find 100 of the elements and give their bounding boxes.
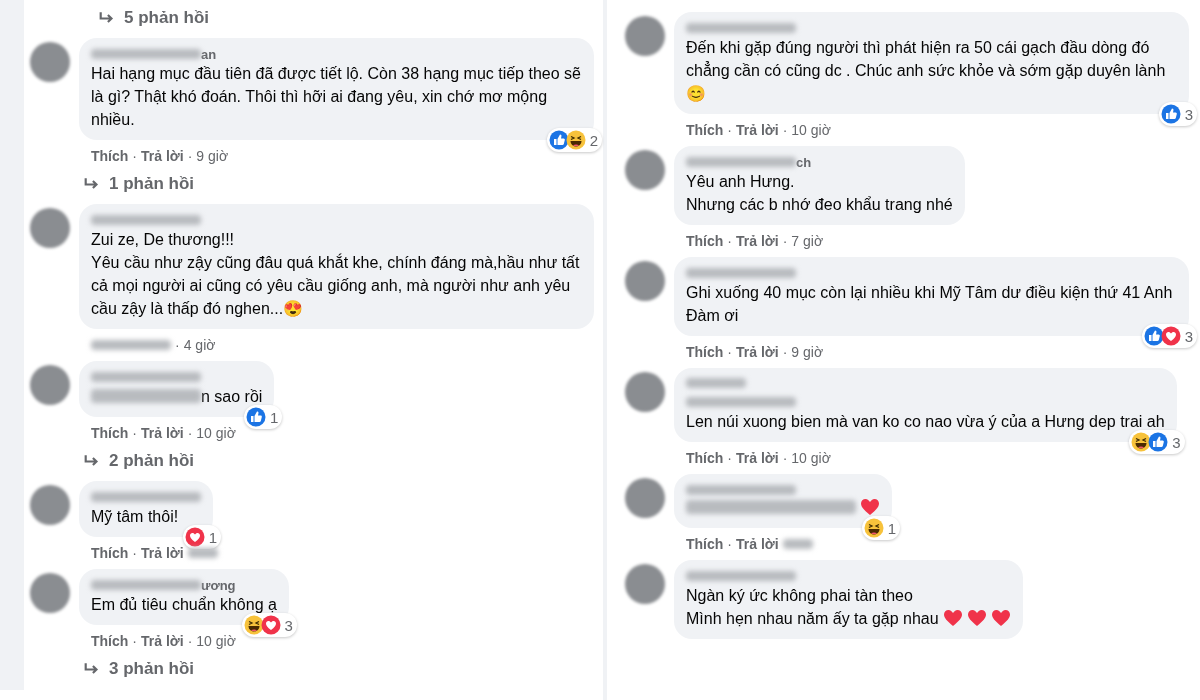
separator-dot: · bbox=[132, 425, 137, 441]
comment-text: Em đủ tiêu chuẩn không ạ bbox=[91, 595, 277, 615]
like-link[interactable]: Thích bbox=[686, 450, 724, 466]
laughing-face-icon bbox=[1131, 432, 1152, 452]
comment-time[interactable]: 10 giờ bbox=[196, 633, 236, 649]
avatar-placeholder bbox=[625, 478, 665, 518]
comment-time[interactable]: 7 giờ bbox=[791, 233, 824, 249]
reply-link[interactable]: Trả lời bbox=[141, 148, 184, 164]
reply-link[interactable]: Trả lời bbox=[141, 633, 184, 649]
separator-dot: · bbox=[727, 344, 732, 360]
avatar-placeholder bbox=[625, 16, 665, 56]
avatar-placeholder bbox=[625, 261, 665, 301]
like-link[interactable]: Thích bbox=[686, 344, 724, 360]
like-link[interactable]: Thích bbox=[91, 545, 129, 561]
laughing-face-icon bbox=[863, 518, 884, 538]
comment-time[interactable]: 10 giờ bbox=[196, 425, 236, 441]
separator-dot: · bbox=[187, 425, 193, 441]
view-replies-link[interactable]: 1 phản hồi bbox=[109, 174, 194, 194]
avatar-placeholder bbox=[30, 42, 70, 82]
reaction-number: 3 bbox=[1172, 433, 1181, 451]
reaction-count[interactable]: 1 bbox=[244, 405, 283, 429]
thumbs-up-icon bbox=[1148, 432, 1169, 452]
reply-arrow-icon bbox=[98, 10, 116, 26]
thumbs-up-icon bbox=[246, 407, 267, 427]
separator-dot: · bbox=[727, 122, 732, 138]
separator-dot: · bbox=[727, 536, 732, 552]
heart-icon bbox=[990, 609, 1011, 627]
separator-dot: · bbox=[727, 233, 732, 249]
comment-text: Ghi xuống 40 mục còn lại nhiều khi Mỹ Tâm dư điều kiện thứ 41 Anh Đàm ơi bbox=[686, 283, 1174, 326]
reaction-count[interactable]: 1 bbox=[861, 516, 900, 540]
thumbs-up-icon bbox=[548, 130, 569, 150]
reply-arrow-icon bbox=[83, 453, 101, 469]
separator-dot: · bbox=[782, 344, 788, 360]
reply-link[interactable]: Trả lời bbox=[736, 344, 779, 360]
reply-link[interactable]: Trả lời bbox=[736, 122, 779, 138]
reply-link[interactable]: Trả lời bbox=[141, 545, 184, 561]
reaction-count[interactable]: 3 bbox=[1129, 430, 1185, 454]
reply-link[interactable]: Trả lời bbox=[736, 536, 779, 552]
avatar-placeholder bbox=[30, 208, 70, 248]
commenter-name[interactable]: ch bbox=[796, 154, 812, 170]
reaction-count[interactable]: 3 bbox=[1141, 324, 1197, 348]
reaction-count[interactable]: 3 bbox=[241, 613, 297, 637]
comment-text: Ngàn ký ức không phai tàn theo Mình hẹn nhau năm ấy ta gặp nhau bbox=[686, 586, 939, 629]
reply-link[interactable]: Trả lời bbox=[736, 233, 779, 249]
reaction-number: 3 bbox=[1184, 105, 1193, 123]
laughing-face-icon bbox=[243, 615, 264, 635]
reaction-count[interactable]: 3 bbox=[1158, 102, 1197, 126]
separator-dot: · bbox=[727, 450, 732, 466]
separator-dot: · bbox=[187, 148, 193, 164]
separator-dot: · bbox=[782, 450, 788, 466]
comment-time[interactable]: 10 giờ bbox=[791, 122, 831, 138]
reaction-number: 3 bbox=[284, 616, 293, 634]
heart-icon bbox=[860, 498, 880, 516]
separator-dot: · bbox=[782, 122, 788, 138]
comment-time[interactable]: 9 giờ bbox=[791, 344, 824, 360]
reply-arrow-icon bbox=[83, 661, 101, 677]
avatar-placeholder bbox=[625, 372, 665, 412]
like-link[interactable]: Thích bbox=[91, 425, 129, 441]
separator-dot: · bbox=[175, 337, 180, 353]
reply-link[interactable]: Trả lời bbox=[736, 450, 779, 466]
reply-link[interactable]: Trả lời bbox=[141, 425, 184, 441]
comment-text: Đến khi gặp đúng người thì phát hiện ra 50 cái gạch đầu dòng đó chẳng cần có cũng dc . Chúc anh sức khỏe và sớm gặp duyên lành 😊 bbox=[686, 38, 1167, 104]
view-replies-link[interactable]: 5 phản hồi bbox=[124, 8, 209, 28]
avatar-placeholder bbox=[625, 564, 665, 604]
separator-dot: · bbox=[132, 633, 137, 649]
commenter-name[interactable]: an bbox=[201, 46, 217, 62]
comment-time[interactable]: 4 giờ bbox=[183, 337, 216, 353]
blurred-time bbox=[782, 539, 813, 549]
blurred-time bbox=[187, 548, 218, 558]
comment-text: Mỹ tâm thôi! bbox=[91, 507, 179, 527]
like-link[interactable]: Thích bbox=[91, 633, 129, 649]
reaction-number: 1 bbox=[887, 519, 896, 537]
like-link[interactable]: Thích bbox=[91, 148, 129, 164]
comment-text: Zui ze, De thương!!! Yêu cầu như zậy cũng đâu quá khắt khe, chính đáng mà,hầu như tất cả mọi người ai cũng có yêu cầu giống anh, mà người như anh yêu cầu zậy là thấp đó nghen...😍 bbox=[91, 230, 581, 319]
separator-dot: · bbox=[187, 633, 193, 649]
separator-dot: · bbox=[132, 148, 137, 164]
thumbs-up-icon bbox=[1143, 326, 1164, 346]
heart-icon bbox=[966, 609, 987, 627]
heart-icon bbox=[942, 609, 963, 627]
comment-time[interactable]: 10 giờ bbox=[791, 450, 831, 466]
reaction-count[interactable]: 1 bbox=[182, 525, 221, 549]
comment-text: Len núi xuong bien mà van ko co nao vừa ý của a Hưng dep trai ah bbox=[686, 412, 1165, 432]
separator-dot: · bbox=[132, 545, 137, 561]
like-link[interactable]: Thích bbox=[686, 233, 724, 249]
comment-time[interactable]: 9 giờ bbox=[196, 148, 229, 164]
reply-arrow-icon bbox=[83, 176, 101, 192]
commenter-name[interactable]: ương bbox=[201, 577, 236, 593]
view-replies-link[interactable]: 3 phản hồi bbox=[109, 659, 194, 679]
like-link[interactable]: Thích bbox=[686, 536, 724, 552]
avatar-placeholder bbox=[30, 365, 70, 405]
avatar-placeholder bbox=[30, 485, 70, 525]
comment-text: Hai hạng mục đầu tiên đã được tiết lộ. Còn 38 hạng mục tiếp theo sẽ là gì? Thật khó đoán. Thôi thì hỡi ai đang yêu, xin chớ mơ mộng nhiều. bbox=[91, 64, 582, 130]
reaction-number: 1 bbox=[270, 408, 279, 426]
view-replies-link[interactable]: 2 phản hồi bbox=[109, 451, 194, 471]
reaction-count[interactable]: 2 bbox=[546, 128, 602, 152]
separator-dot: · bbox=[782, 233, 788, 249]
thumbs-up-icon bbox=[1160, 104, 1181, 124]
like-link[interactable]: Thích bbox=[686, 122, 724, 138]
laughing-face-icon bbox=[565, 130, 586, 150]
reaction-number: 2 bbox=[589, 131, 598, 149]
